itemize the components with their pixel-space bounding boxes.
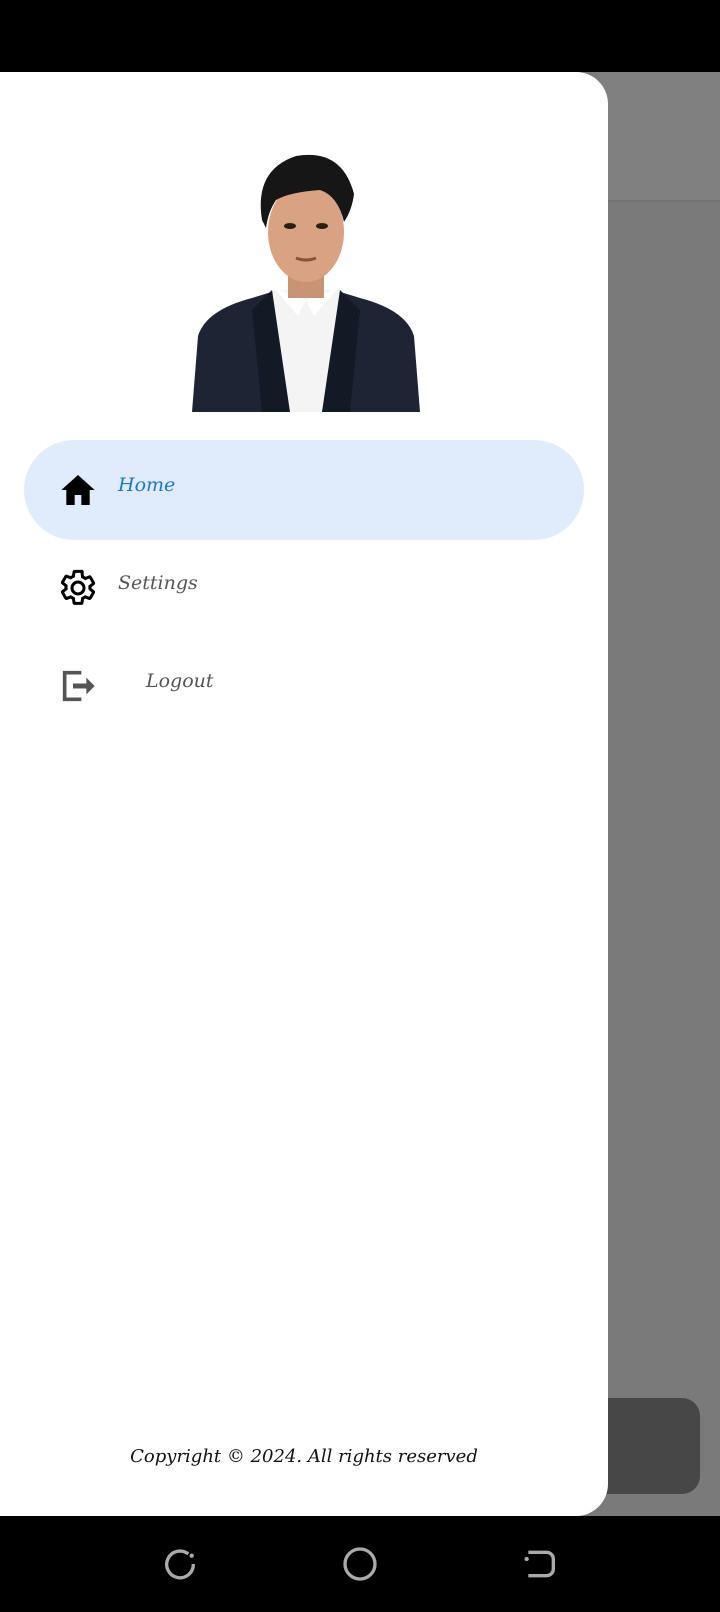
gear-icon [60,569,96,605]
status-bar [0,0,720,72]
drawer-item-logout[interactable]: Logout [24,636,584,736]
drawer-item-settings[interactable]: Settings [24,538,584,638]
logout-icon [62,670,95,702]
drawer-item-home[interactable]: Home [24,440,584,540]
home-icon [61,475,95,505]
drawer-item-label: Settings [118,572,198,594]
app-bar-background [600,72,720,202]
system-navigation-bar [0,1516,720,1612]
recent-apps-icon[interactable] [160,1544,200,1584]
back-icon[interactable] [520,1544,560,1584]
drawer-item-label: Home [118,474,176,496]
copyright-text: Copyright © 2024. All rights reserved [130,1446,478,1467]
home-circle-icon[interactable] [340,1544,380,1584]
drawer-item-label: Logout [146,670,214,692]
profile-photo [192,140,420,412]
